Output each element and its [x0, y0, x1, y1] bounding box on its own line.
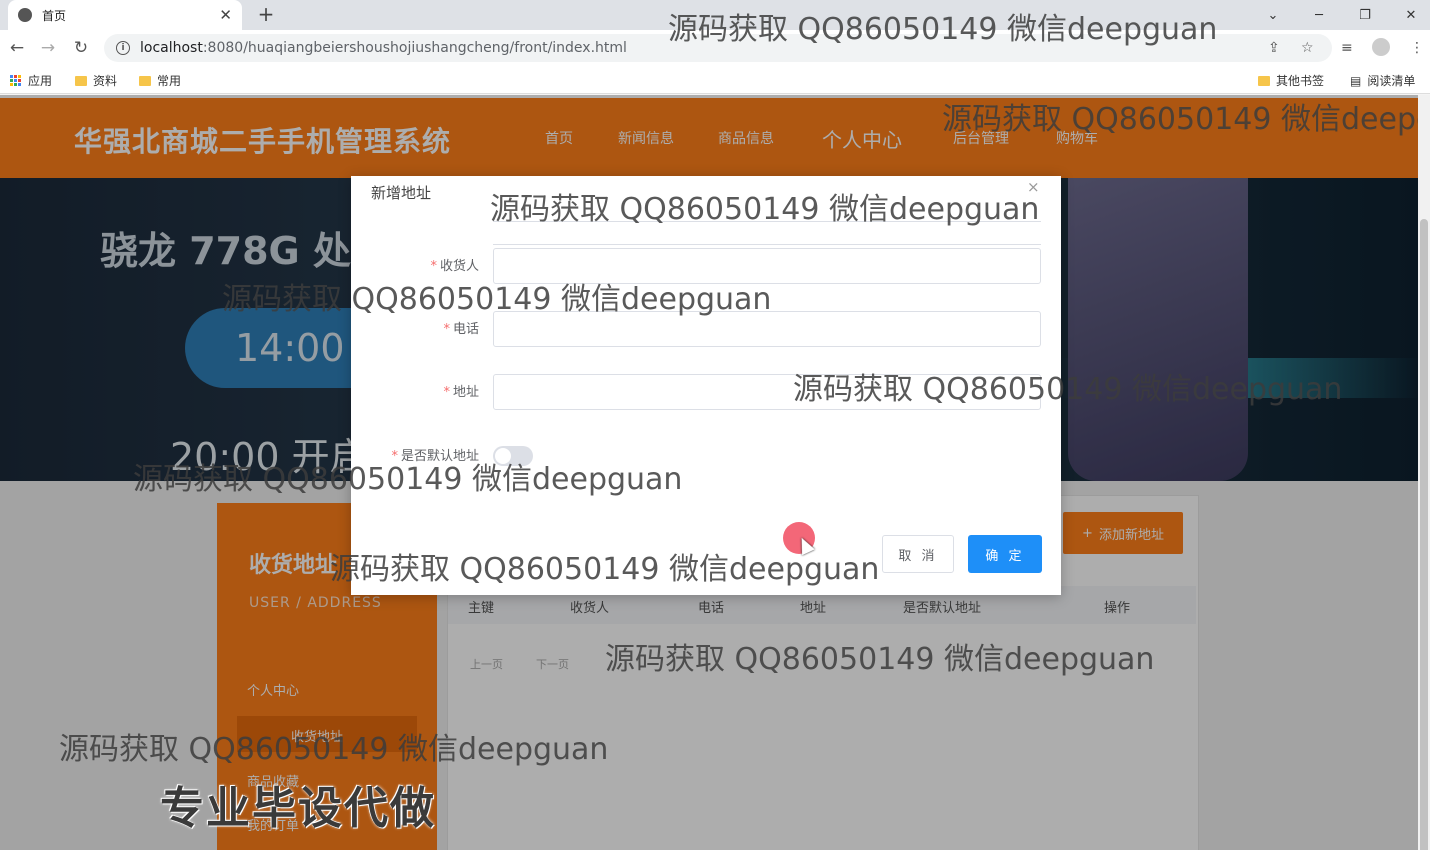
bookmark-star-icon[interactable]: ☆: [1301, 40, 1314, 56]
watermark: 源码获取 QQ86050149 微信deepguan: [59, 732, 609, 767]
tab-search-icon[interactable]: ⌄: [1250, 0, 1296, 30]
close-window-icon[interactable]: ✕: [1388, 0, 1430, 30]
tab-close-icon[interactable]: ✕: [219, 6, 232, 24]
reading-list-icon: ▤: [1350, 73, 1362, 88]
cancel-button[interactable]: 取 消: [882, 535, 954, 573]
watermark: 源码获取 QQ86050149 微信deepguan: [605, 642, 1155, 677]
bookmarks-bar: 应用 资料 常用 其他书签 ▤ 阅读清单: [0, 66, 1430, 94]
watermark: 源码获取 QQ86050149 微信deepguan: [942, 102, 1430, 137]
bookmark-label: 阅读清单: [1367, 74, 1416, 88]
minimize-icon[interactable]: ─: [1296, 0, 1342, 30]
video-caption: 专业毕设代做: [160, 783, 436, 834]
watermark: 源码获取 QQ86050149 微信deepguan: [793, 372, 1343, 407]
folder-icon: [1258, 75, 1270, 86]
reading-mode-icon[interactable]: ≡: [1341, 40, 1353, 56]
bookmark-other[interactable]: 其他书签: [1258, 72, 1324, 89]
bookmark-label: 常用: [157, 74, 182, 88]
restore-icon[interactable]: ❐: [1342, 0, 1388, 30]
bookmark-label: 应用: [28, 74, 53, 88]
dialog-title: 新增地址: [371, 184, 432, 202]
new-tab-button[interactable]: +: [255, 2, 277, 26]
watermark: 源码获取 QQ86050149 微信deepguan: [133, 462, 683, 497]
bookmark-apps[interactable]: 应用: [10, 72, 52, 89]
site-info-icon[interactable]: i: [116, 41, 130, 55]
back-icon[interactable]: ←: [5, 36, 29, 60]
share-icon[interactable]: ⇪: [1268, 40, 1280, 56]
bookmark-folder[interactable]: 常用: [139, 72, 181, 89]
watermark: 源码获取 QQ86050149 微信deepguan: [490, 192, 1040, 227]
confirm-button[interactable]: 确 定: [968, 535, 1042, 573]
url-path: :8080/huaqiangbeiershoushojiushangcheng/…: [202, 40, 627, 56]
bookmark-folder[interactable]: 资料: [75, 72, 117, 89]
tab-title: 首页: [42, 8, 67, 23]
apps-grid-icon: [10, 74, 22, 87]
profile-avatar-icon[interactable]: [1372, 38, 1390, 56]
menu-kebab-icon[interactable]: ⋮: [1410, 40, 1424, 56]
field-label-phone: * 电话: [443, 322, 479, 337]
field-label-receiver: * 收货人: [430, 259, 479, 274]
watermark: 源码获取 QQ86050149 微信deepguan: [330, 552, 880, 587]
watermark: 源码获取 QQ86050149 微信deepguan: [668, 12, 1218, 47]
field-label-address: * 地址: [443, 385, 479, 400]
folder-icon: [139, 75, 151, 86]
browser-tab[interactable]: 首页 ✕: [8, 0, 242, 30]
bookmark-label: 资料: [93, 74, 118, 88]
url-host: localhost: [140, 40, 203, 56]
divider: [493, 244, 1041, 245]
bookmark-label: 其他书签: [1276, 74, 1325, 88]
page-scrollbar[interactable]: [1418, 95, 1430, 850]
watermark: 源码获取 QQ86050149 微信deepguan: [222, 282, 772, 317]
scroll-thumb[interactable]: [1420, 219, 1428, 850]
globe-icon: [18, 8, 32, 22]
forward-icon[interactable]: →: [36, 36, 60, 60]
folder-icon: [75, 75, 87, 86]
reload-icon[interactable]: ↻: [69, 36, 93, 60]
reading-list[interactable]: ▤ 阅读清单: [1350, 72, 1415, 89]
